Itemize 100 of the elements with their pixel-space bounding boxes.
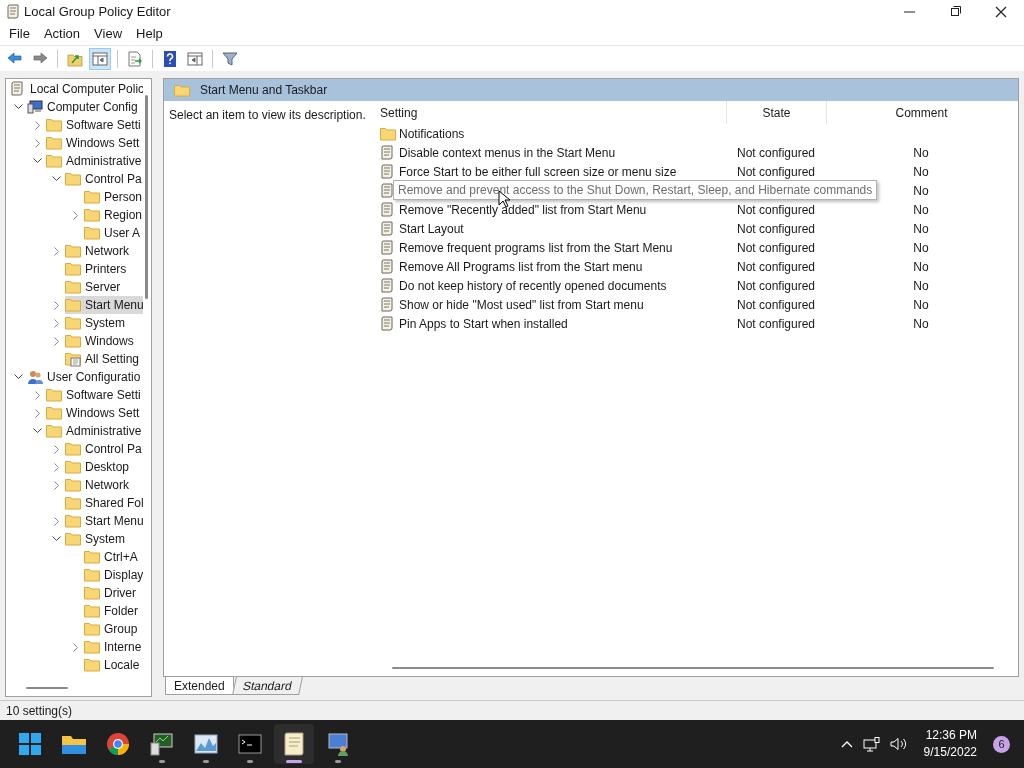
chevron-right-icon[interactable] [53, 480, 60, 490]
table-cell-text: No [913, 315, 929, 333]
tree-item[interactable]: Printers [65, 260, 129, 278]
tree-item[interactable]: Driver [84, 584, 138, 602]
clock-time[interactable]: 12:36 PM [925, 727, 977, 744]
tree-item[interactable]: Windows Sett [46, 404, 142, 422]
folder-icon [46, 117, 62, 133]
volume-icon[interactable] [889, 737, 908, 751]
folder-icon [46, 405, 62, 421]
column-header[interactable]: Setting [376, 101, 726, 124]
menu-item[interactable]: Help [129, 24, 170, 44]
tree-item[interactable]: Person [84, 188, 143, 206]
chevron-right-icon[interactable] [34, 408, 41, 418]
pane-title: Start Menu and Taskbar [200, 82, 328, 99]
tree-item[interactable]: Region [84, 206, 143, 224]
tree-item[interactable]: Network [65, 242, 131, 260]
chevron-right-icon[interactable] [53, 300, 60, 310]
chevron-right-icon[interactable] [34, 390, 41, 400]
scrollbar-thumb[interactable] [392, 667, 994, 669]
chevron-right-icon[interactable] [53, 246, 60, 256]
folder-icon [174, 83, 190, 97]
chevron-right-icon[interactable] [53, 336, 60, 346]
column-header[interactable]: Comment [826, 101, 1016, 124]
tree-item[interactable]: Desktop [65, 458, 132, 476]
network-icon[interactable] [862, 736, 880, 752]
tree-item[interactable]: Interne [84, 638, 143, 656]
tree-item[interactable]: Computer Config [27, 98, 140, 116]
chevron-right-icon[interactable] [34, 120, 41, 130]
folder-icon [380, 125, 396, 142]
chevron-right-icon[interactable] [53, 462, 60, 472]
notification-badge[interactable]: 6 [993, 735, 1010, 753]
scrollbar-thumb[interactable] [145, 95, 148, 299]
chevron-down-icon[interactable] [52, 536, 61, 542]
tree-item[interactable]: Administrative [46, 422, 143, 440]
export-list-icon [126, 49, 144, 68]
folder-icon [84, 657, 100, 673]
tree-item[interactable]: Windows [65, 332, 136, 350]
tree-item[interactable]: Network [65, 476, 131, 494]
tree-item[interactable]: Locale [84, 656, 142, 674]
tree-item[interactable]: Software Setti [46, 116, 143, 134]
table-cell-text: Remove "Recently added" list from Start Menu [399, 201, 647, 219]
tree-item[interactable]: Control Pa [65, 170, 143, 188]
tree-item[interactable]: Server [65, 278, 123, 296]
clock-date[interactable]: 9/15/2022 [923, 744, 977, 761]
table-cell-text: Not configured [736, 163, 815, 181]
tree-item[interactable]: Display [84, 566, 143, 584]
chevron-down-icon[interactable] [14, 104, 23, 110]
folder-icon [65, 477, 81, 493]
browser-icon [104, 730, 132, 758]
toolbar-button[interactable] [89, 47, 111, 70]
tree-item[interactable]: Control Pa [65, 440, 143, 458]
column-header[interactable]: State [726, 101, 826, 124]
tab[interactable]: Extended [165, 677, 234, 695]
folder-icon [65, 513, 81, 529]
document-icon [380, 163, 396, 180]
tree-item[interactable]: Local Computer Polic [10, 80, 143, 98]
tree-item[interactable]: Software Setti [46, 386, 143, 404]
tree-item[interactable]: Ctrl+A [84, 548, 140, 566]
tree-pane-icon [91, 49, 109, 68]
chevron-right-icon[interactable] [53, 444, 60, 454]
chevron-down-icon[interactable] [33, 158, 42, 164]
menu-item[interactable]: View [87, 24, 130, 44]
table-cell-text: No [913, 220, 929, 238]
chevron-right-icon[interactable] [34, 138, 41, 148]
table-cell-text: Remove frequent programs list from the Start Menu [399, 239, 673, 257]
chevron-down-icon[interactable] [14, 374, 23, 380]
table-cell-text: No [913, 277, 929, 295]
tree-item[interactable]: Administrative [46, 152, 143, 170]
tree-item[interactable]: System [65, 530, 127, 548]
chevron-up-icon[interactable] [840, 740, 853, 748]
folder-icon [46, 387, 62, 403]
action-pane-icon [186, 49, 204, 68]
status-text: 10 setting(s) [6, 702, 73, 720]
chevron-down-icon[interactable] [33, 428, 42, 434]
chevron-down-icon[interactable] [52, 176, 61, 182]
table-cell-text: Force Start to be either full screen size or menu size [399, 163, 677, 181]
tree-item[interactable]: Group [84, 620, 140, 638]
tree-item[interactable]: Windows Sett [46, 134, 142, 152]
menu-item[interactable]: Action [36, 24, 88, 44]
tree-item[interactable]: Start Menu [65, 512, 143, 530]
scrollbar-thumb[interactable] [26, 687, 68, 689]
tree-item[interactable]: Folder [84, 602, 140, 620]
tree-item[interactable]: Shared Fol [65, 494, 143, 512]
tree-item[interactable]: All Setting [65, 350, 142, 368]
tree-item[interactable]: System [65, 314, 127, 332]
tree-item[interactable]: Start Menu [65, 296, 143, 314]
tree-item[interactable]: User Configuratio [27, 368, 143, 386]
menu-item[interactable]: File [2, 24, 37, 44]
tree-item[interactable]: User A [84, 224, 142, 242]
tooltip[interactable]: Remove and prevent access to the Shut Down, Restart, Sleep, and Hibernate commands [393, 180, 878, 200]
chevron-right-icon[interactable] [72, 210, 79, 220]
table-cell-text: Not configured [736, 296, 815, 314]
taskbar-button[interactable] [274, 724, 314, 764]
chevron-right-icon[interactable] [53, 516, 60, 526]
folder-icon [84, 189, 100, 205]
chevron-right-icon[interactable] [53, 318, 60, 328]
folder-icon [84, 603, 100, 619]
table-cell-text: Pin Apps to Start when installed [399, 315, 568, 333]
chevron-right-icon[interactable] [72, 642, 79, 652]
tab[interactable]: Standard [231, 677, 303, 695]
